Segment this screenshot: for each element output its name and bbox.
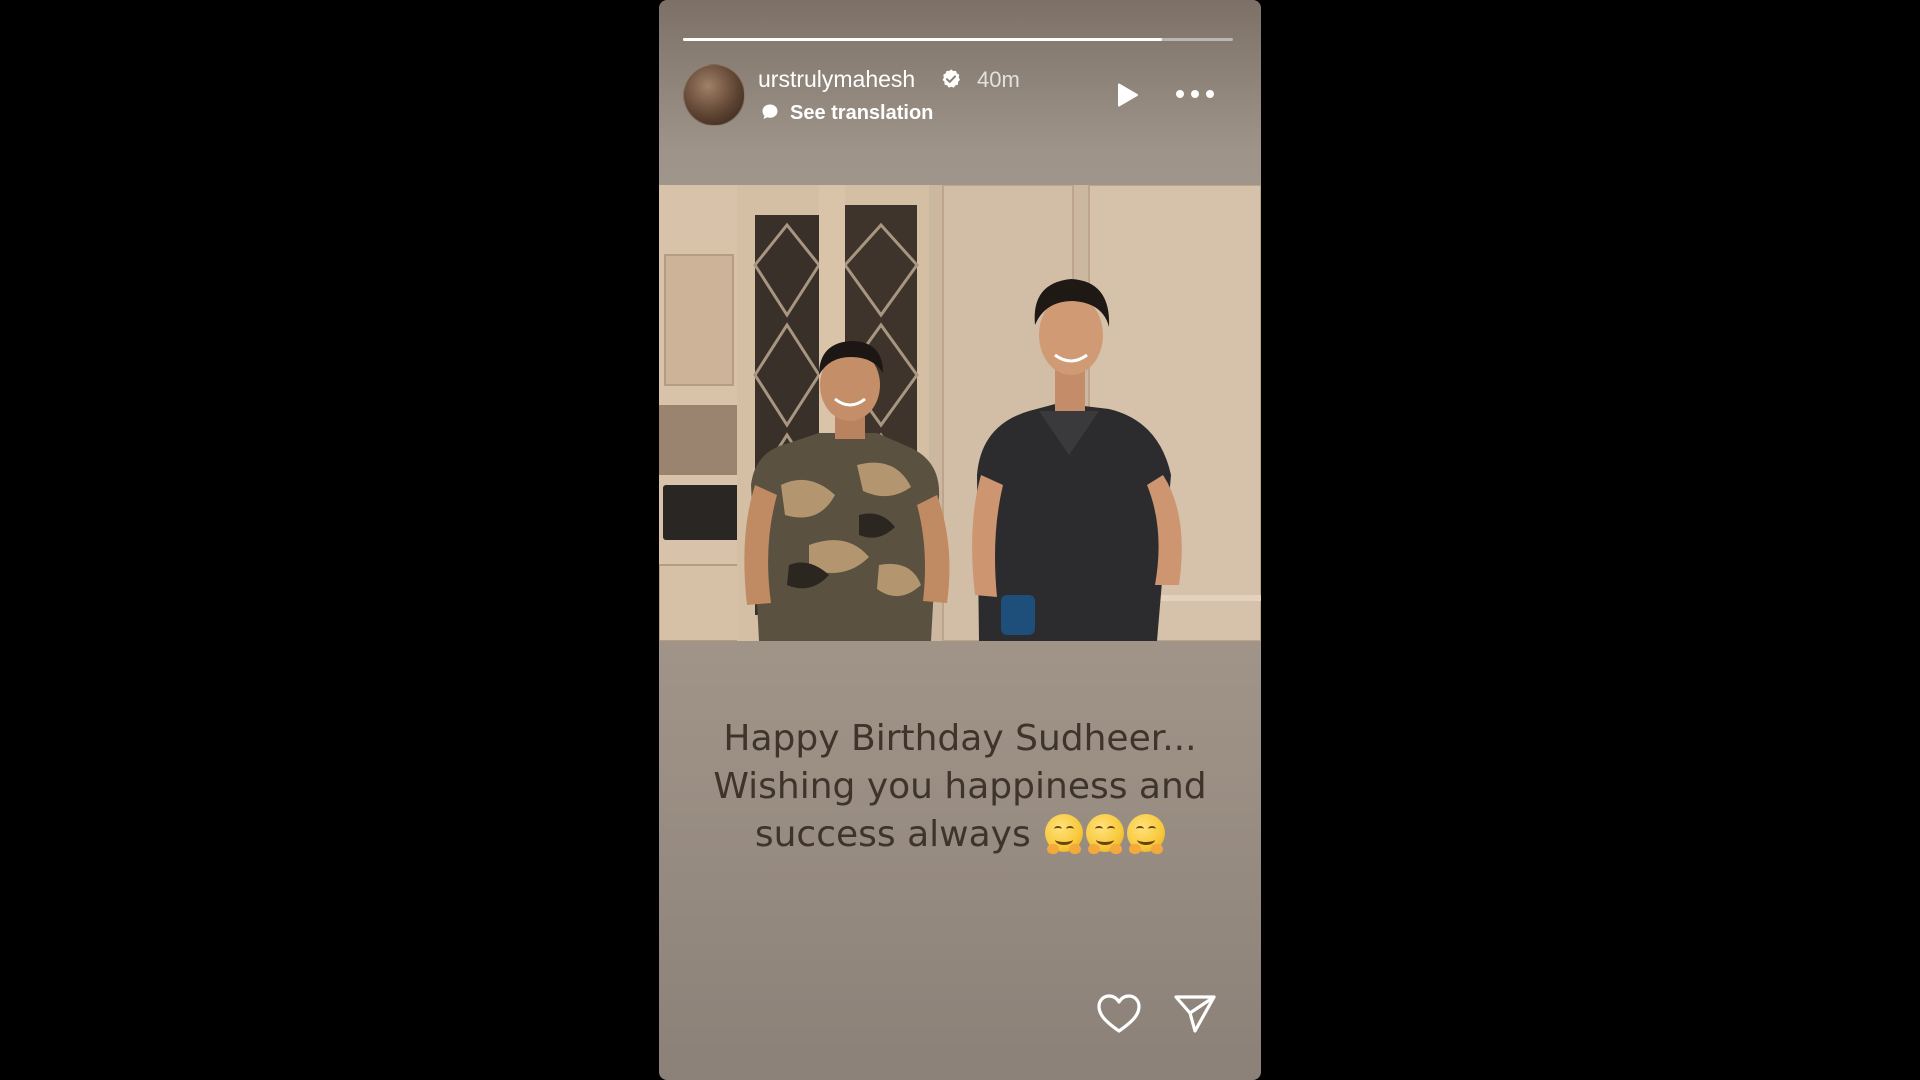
play-icon[interactable] — [1112, 80, 1142, 110]
photo-microwave — [663, 485, 741, 540]
caption-line-3: success always — [754, 814, 1031, 855]
story-caption: Happy Birthday Sudheer... Wishing you ha… — [659, 715, 1261, 859]
heart-icon[interactable] — [1096, 993, 1142, 1035]
story-viewer: urstrulymahesh 40m See translation Happy… — [659, 0, 1261, 1080]
verified-badge-icon — [942, 69, 960, 88]
caption-line-1: Happy Birthday Sudheer... — [723, 718, 1197, 759]
smiling-hands-emoji-icon — [1127, 814, 1166, 854]
story-timestamp: 40m — [977, 67, 1020, 92]
smiling-hands-emoji-icon — [1045, 814, 1084, 854]
caption-line-3-wrap: success always — [659, 811, 1261, 859]
more-dots-icon[interactable] — [1173, 84, 1217, 104]
username-link[interactable]: urstrulymahesh — [758, 66, 915, 93]
story-progress-bar — [683, 38, 1233, 41]
send-icon[interactable] — [1173, 993, 1217, 1035]
story-progress-fill — [683, 38, 1162, 41]
story-photo — [659, 185, 1261, 641]
caption-line-2: Wishing you happiness and — [713, 766, 1207, 807]
profile-avatar[interactable] — [683, 64, 745, 126]
translate-bubble-icon[interactable] — [760, 102, 780, 122]
smiling-hands-emoji-icon — [1086, 814, 1125, 854]
see-translation-link[interactable]: See translation — [790, 102, 933, 125]
